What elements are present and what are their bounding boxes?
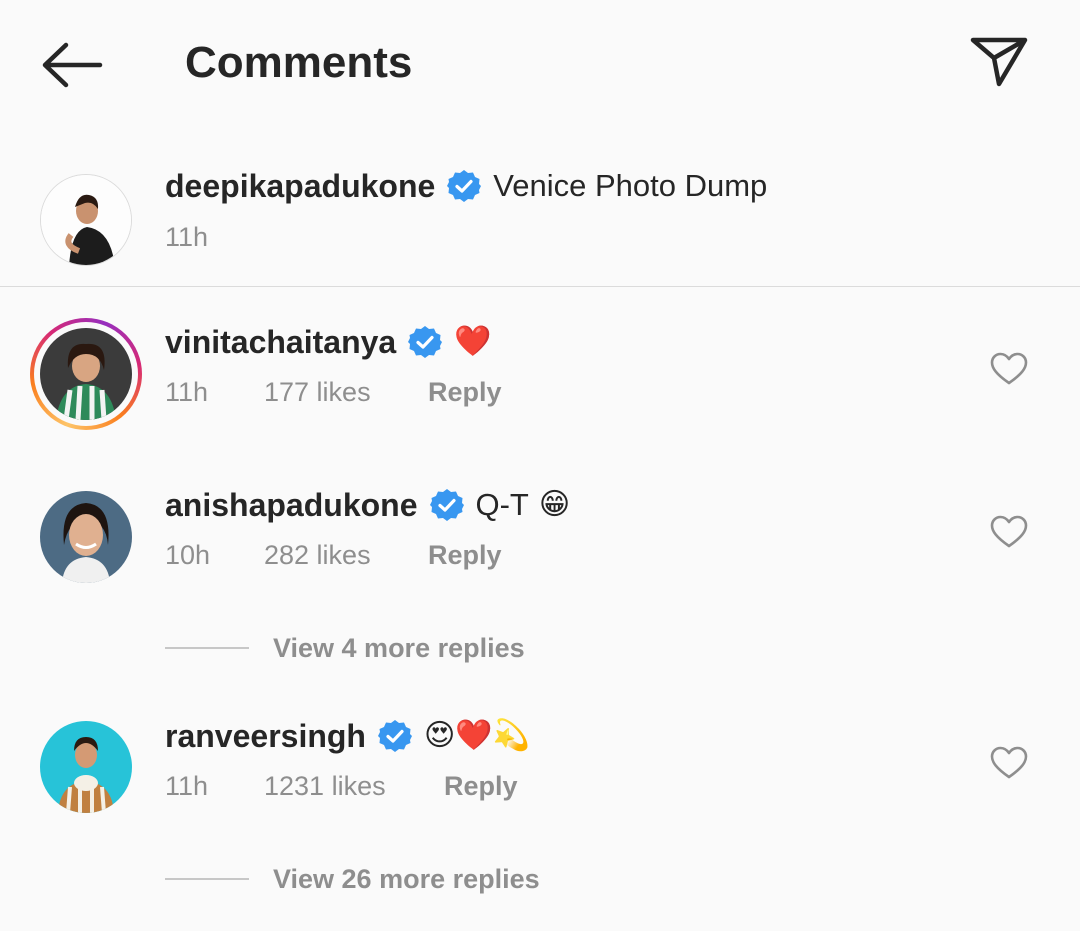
paper-plane-icon: [970, 37, 1028, 87]
comment-time: 11h: [165, 377, 209, 407]
comment-text: 😍❤️💫: [423, 718, 530, 753]
heart-outline-icon: [990, 746, 1028, 779]
reply-button[interactable]: Reply: [428, 538, 502, 572]
verified-badge-icon: [447, 170, 482, 202]
share-button[interactable]: [968, 34, 1030, 90]
comment-time: 11h: [165, 771, 209, 801]
like-count[interactable]: 282 likes: [264, 538, 428, 572]
view-more-replies-label[interactable]: View 4 more replies: [273, 633, 525, 664]
comment-text: ❤️: [454, 324, 492, 359]
caption-time: 11h: [165, 222, 209, 252]
avatar[interactable]: [40, 491, 132, 583]
back-button[interactable]: [40, 40, 104, 90]
page-title: Comments: [185, 38, 413, 87]
comment-time: 10h: [165, 540, 211, 570]
heart-outline-icon: [990, 352, 1028, 385]
verified-badge-icon: [429, 489, 464, 521]
avatar[interactable]: [40, 328, 132, 420]
comment-username[interactable]: vinitachaitanya: [165, 322, 396, 362]
verified-badge-icon: [377, 720, 412, 752]
caption-username[interactable]: deepikapadukone: [165, 166, 435, 206]
grin-emoji: 😁: [538, 487, 571, 522]
post-caption: deepikapadukone Venice Photo Dump 11h: [0, 160, 1080, 286]
avatar[interactable]: [40, 174, 132, 266]
like-button[interactable]: [990, 352, 1028, 386]
reply-thread-line: [165, 647, 249, 649]
divider: [0, 286, 1080, 287]
reply-button[interactable]: Reply: [444, 769, 518, 803]
view-more-replies-label[interactable]: View 26 more replies: [273, 864, 540, 895]
like-count[interactable]: 177 likes: [264, 375, 428, 409]
comment-username[interactable]: anishapadukone: [165, 485, 418, 525]
view-more-replies[interactable]: View 4 more replies: [165, 628, 525, 668]
arrow-left-icon: [42, 42, 103, 88]
verified-badge-icon: [408, 326, 443, 358]
reply-thread-line: [165, 878, 249, 880]
like-count[interactable]: 1231 likes: [264, 769, 444, 803]
avatar[interactable]: [40, 721, 132, 813]
like-button[interactable]: [990, 746, 1028, 780]
top-bar: Comments: [0, 0, 1080, 130]
comment-text: Q-T: [475, 487, 529, 522]
comment-username[interactable]: ranveersingh: [165, 716, 366, 756]
caption-text: Venice Photo Dump: [493, 168, 768, 203]
like-button[interactable]: [990, 515, 1028, 549]
view-more-replies[interactable]: View 26 more replies: [165, 859, 540, 899]
heart-outline-icon: [990, 515, 1028, 548]
reply-button[interactable]: Reply: [428, 375, 502, 409]
